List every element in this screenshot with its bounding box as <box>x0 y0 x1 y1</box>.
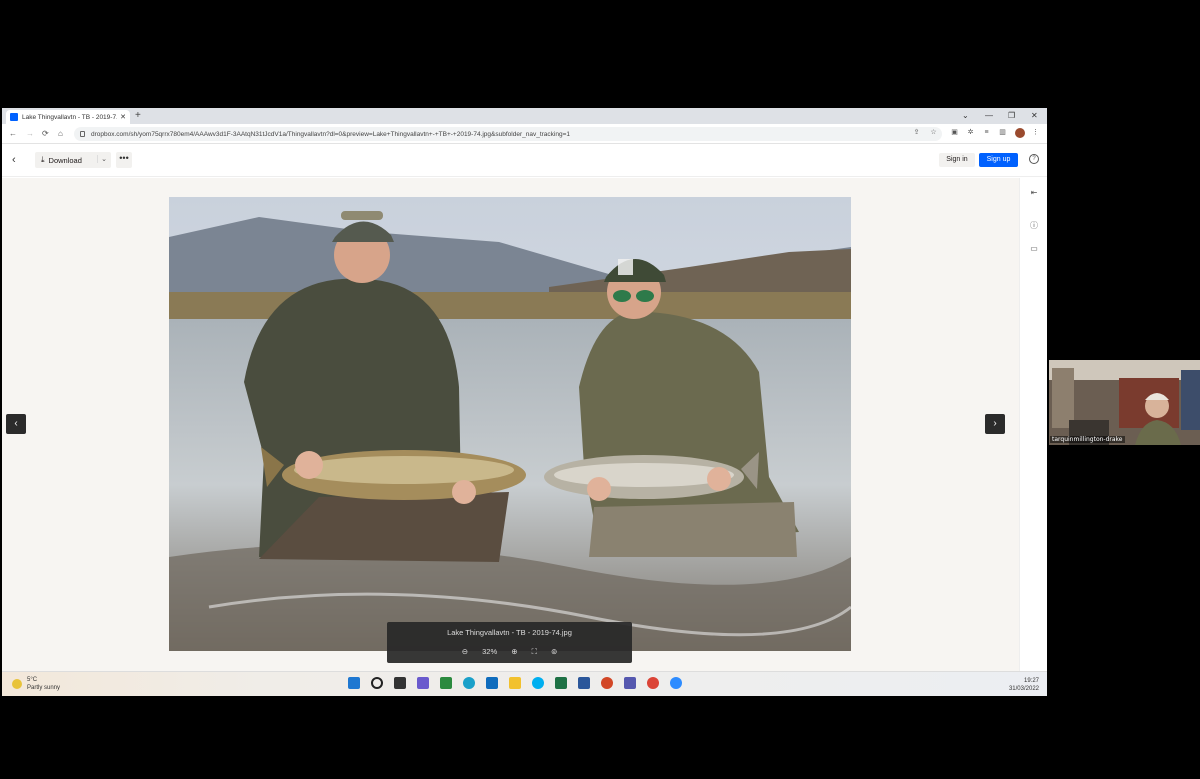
tab-search-icon[interactable]: ⌄ <box>962 109 969 123</box>
address-bar[interactable]: dropbox.com/sh/yom75qrrx780em4/AAAwv3d1F… <box>74 127 942 141</box>
puzzle-extensions-icon[interactable]: ✲ <box>966 128 975 137</box>
zoom-icon[interactable] <box>670 677 682 689</box>
file-explorer-icon[interactable] <box>509 677 521 689</box>
collapse-panel-icon[interactable]: ⇤ <box>1029 188 1039 198</box>
image-controls-overlay: Lake Thingvallavtn - TB - 2019-74.jpg ⊖ … <box>387 622 632 663</box>
lock-icon <box>80 131 85 137</box>
file-preview-area: ‹ › Lake Thingvallavtn - TB - 2019-74.jp… <box>2 178 1019 671</box>
download-button[interactable]: ⤓ Download ⌄ <box>35 152 111 168</box>
back-to-folder-icon[interactable]: ‹ <box>12 154 16 166</box>
preview-photo <box>169 197 851 651</box>
taskbar-apps <box>348 677 693 689</box>
powerpoint-icon[interactable] <box>601 677 613 689</box>
clock[interactable]: 19:27 31/03/2022 <box>1009 677 1039 693</box>
back-icon[interactable]: ← <box>9 128 17 140</box>
search-icon[interactable] <box>371 677 383 689</box>
sign-up-button[interactable]: Sign up <box>979 153 1018 167</box>
edge-icon[interactable] <box>463 677 475 689</box>
weather-sun-icon <box>12 679 22 689</box>
zoom-controls: ⊖ 32% ⊕ ⛶ ⊚ <box>387 647 632 657</box>
chevron-down-icon[interactable]: ⌄ <box>97 155 107 163</box>
weather-text: Partly sunny <box>27 685 61 691</box>
excel-icon[interactable] <box>555 677 567 689</box>
sign-in-button[interactable]: Sign in <box>939 153 975 167</box>
webcam-video <box>1049 360 1200 445</box>
next-file-button[interactable]: › <box>985 414 1005 434</box>
restore-button[interactable]: ❐ <box>1008 109 1015 123</box>
screen: Lake Thingvallavtn - TB - 2019-7... ✕ + … <box>0 0 1200 779</box>
chrome-icon[interactable] <box>647 677 659 689</box>
help-icon[interactable]: ? <box>1029 154 1039 164</box>
download-label: Download <box>48 155 82 165</box>
word-icon[interactable] <box>578 677 590 689</box>
info-icon[interactable]: ⓘ <box>1029 221 1039 231</box>
side-rail: ⇤ ⓘ ▭ <box>1019 178 1047 671</box>
reload-icon[interactable]: ⟳ <box>42 128 49 140</box>
present-icon[interactable]: ⊚ <box>551 647 557 656</box>
bookmark-star-icon[interactable]: ☆ <box>929 128 938 137</box>
extension-icon[interactable]: ▣ <box>950 128 959 137</box>
browser-window: Lake Thingvallavtn - TB - 2019-7... ✕ + … <box>2 108 1047 696</box>
comment-icon[interactable]: ▭ <box>1029 244 1039 254</box>
zoom-in-icon[interactable]: ⊕ <box>511 647 517 656</box>
profile-avatar[interactable] <box>1015 128 1025 138</box>
more-options-button[interactable]: ••• <box>116 152 132 168</box>
windows-start-icon[interactable] <box>348 677 360 689</box>
browser-tab[interactable]: Lake Thingvallavtn - TB - 2019-7... ✕ <box>6 110 130 124</box>
side-panel-icon[interactable]: ▥ <box>998 128 1007 137</box>
skype-icon[interactable] <box>532 677 544 689</box>
chat-icon[interactable] <box>417 677 429 689</box>
outlook-icon[interactable] <box>486 677 498 689</box>
file-name: Lake Thingvallavtn - TB - 2019-74.jpg <box>447 628 572 637</box>
forward-icon[interactable]: → <box>26 128 34 140</box>
store-icon[interactable] <box>440 677 452 689</box>
teams-icon[interactable] <box>624 677 636 689</box>
tab-title: Lake Thingvallavtn - TB - 2019-7... <box>22 113 118 121</box>
temperature: 5°C <box>27 677 38 683</box>
previous-file-button[interactable]: ‹ <box>6 414 26 434</box>
webcam-tile: tarquinmillington-drake <box>1049 360 1200 445</box>
zoom-out-icon[interactable]: ⊖ <box>462 647 468 656</box>
fit-screen-icon[interactable]: ⛶ <box>532 647 537 656</box>
time: 19:27 <box>1023 678 1039 684</box>
tab-strip: Lake Thingvallavtn - TB - 2019-7... ✕ + … <box>2 108 1047 124</box>
windows-taskbar: 5°C Partly sunny 19:27 31/03/2022 <box>2 671 1047 696</box>
tab-close-icon[interactable]: ✕ <box>120 113 126 121</box>
reading-list-icon[interactable]: ≡ <box>982 128 991 137</box>
address-row: ← → ⟳ ⌂ dropbox.com/sh/yom75qrrx780em4/A… <box>2 124 1047 144</box>
url-text: dropbox.com/sh/yom75qrrx780em4/AAAwv3d1F… <box>91 130 570 138</box>
zoom-level: 32% <box>482 647 498 656</box>
weather-widget[interactable]: 5°C Partly sunny <box>12 676 60 692</box>
minimize-button[interactable]: — <box>985 109 993 123</box>
share-icon[interactable]: ⇪ <box>912 128 921 137</box>
download-icon: ⤓ <box>41 155 45 164</box>
date: 31/03/2022 <box>1008 686 1039 692</box>
chrome-menu-icon[interactable]: ⋮ <box>1031 128 1040 137</box>
home-icon[interactable]: ⌂ <box>58 128 63 140</box>
close-window-button[interactable]: ✕ <box>1031 109 1038 123</box>
new-tab-button[interactable]: + <box>135 110 141 122</box>
task-view-icon[interactable] <box>394 677 406 689</box>
participant-name: tarquinmillington-drake <box>1050 436 1125 443</box>
dropbox-favicon-icon <box>10 113 18 121</box>
dropbox-toolbar: ‹ ⤓ Download ⌄ ••• Sign in Sign up ? <box>2 145 1047 177</box>
